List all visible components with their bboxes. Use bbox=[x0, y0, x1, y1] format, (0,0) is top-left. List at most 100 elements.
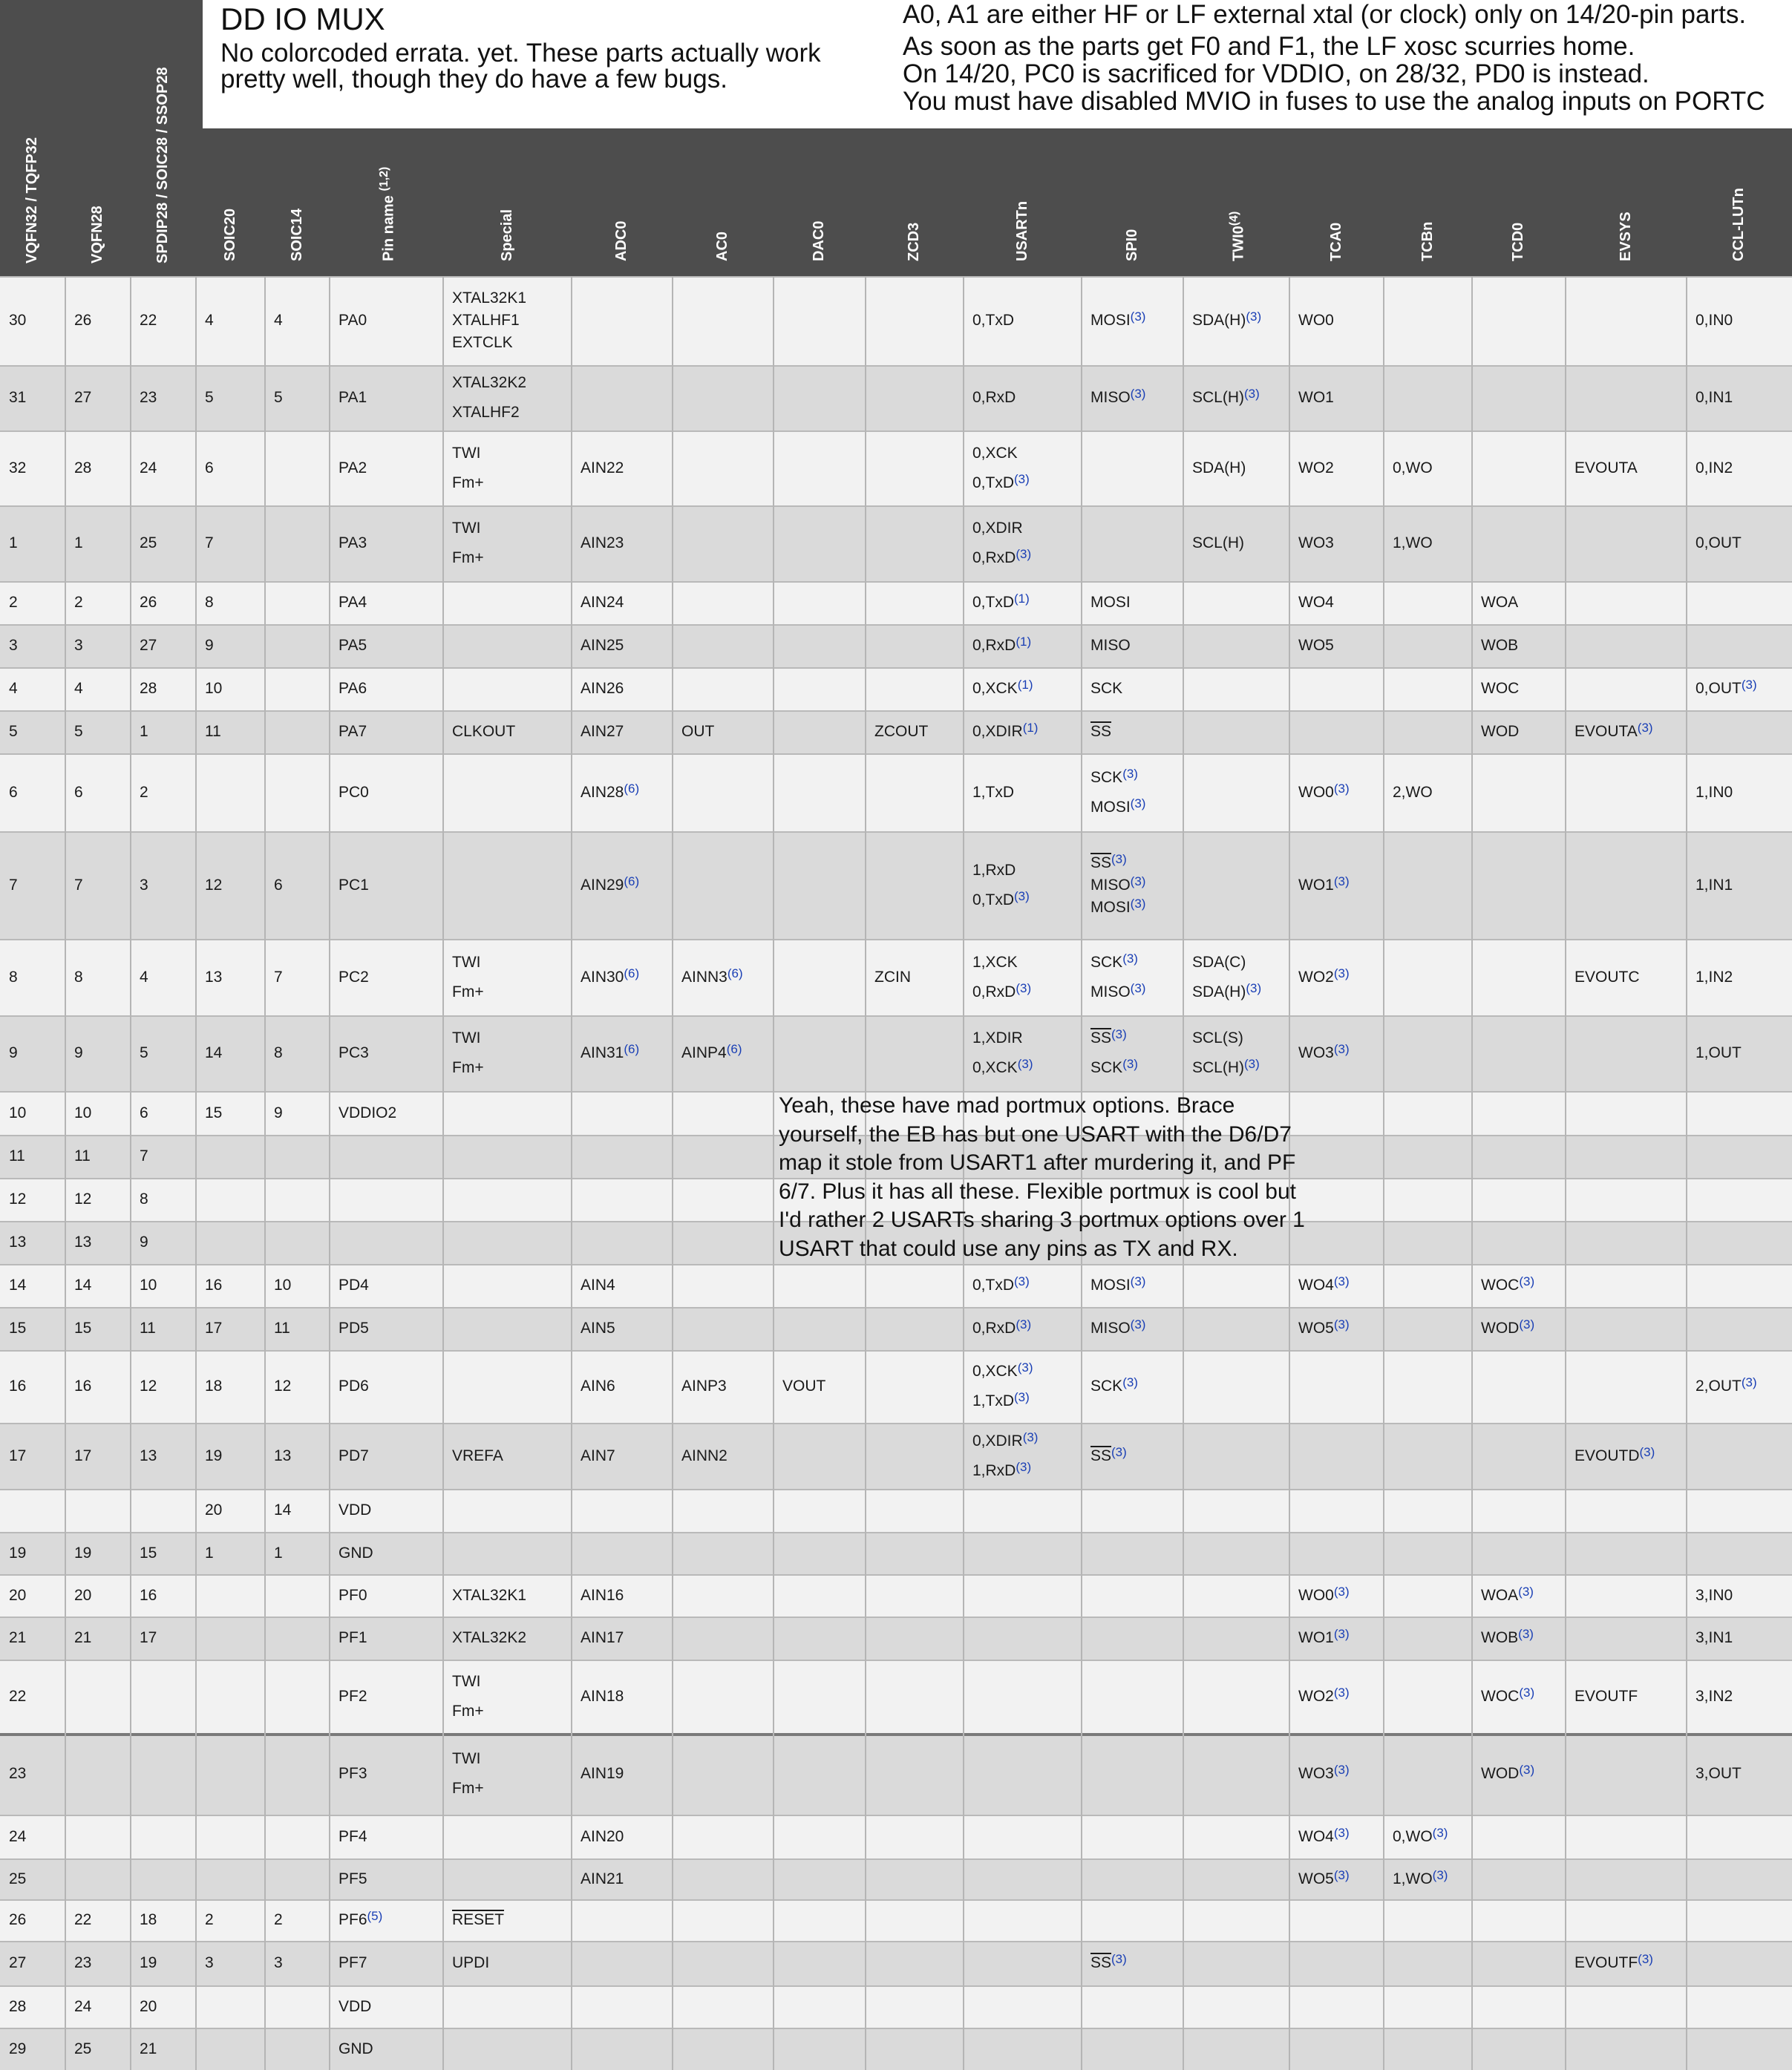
column-header-special: Special bbox=[498, 209, 515, 261]
cell-soic14: 2 bbox=[274, 1911, 283, 1928]
cell-spdip28: 7 bbox=[140, 1147, 148, 1165]
cell-adc0: AIN17 bbox=[581, 1629, 624, 1646]
column-header-spi0: SPI0 bbox=[1123, 229, 1140, 261]
cell-tca0: WO1(3) bbox=[1298, 1627, 1350, 1646]
cell-soic14: 12 bbox=[274, 1378, 292, 1395]
cell-spdip28: 15 bbox=[140, 1544, 157, 1562]
cell-usart: 0,RxD(3) bbox=[972, 1317, 1032, 1337]
cell-ccl: 1,IN1 bbox=[1695, 876, 1733, 894]
cell-spdip28: 28 bbox=[140, 680, 157, 697]
cell-pin: PD6 bbox=[339, 1378, 369, 1395]
cell-vqfn32: 32 bbox=[9, 459, 27, 476]
cell-spi0: MOSI(3) bbox=[1090, 309, 1146, 329]
cell-special: TWI Fm+ bbox=[452, 953, 484, 1000]
cell-adc0: AIN6 bbox=[581, 1378, 615, 1395]
cell-adc0: AIN5 bbox=[581, 1320, 615, 1337]
cell-pin: PD4 bbox=[339, 1277, 369, 1294]
cell-tca0: WO2 bbox=[1298, 459, 1334, 476]
column-divider bbox=[130, 276, 131, 2070]
cell-tcb: 0,WO(3) bbox=[1393, 1825, 1448, 1845]
cell-special: TWI Fm+ bbox=[452, 520, 484, 566]
cell-vqfn32: 25 bbox=[9, 1870, 27, 1887]
cell-vqfn28: 8 bbox=[74, 968, 83, 986]
cell-spi0: MISO bbox=[1090, 637, 1131, 654]
cell-adc0: AIN4 bbox=[581, 1277, 615, 1294]
cell-vqfn32: 4 bbox=[9, 680, 18, 697]
table-row bbox=[0, 2028, 1792, 2070]
cell-ac0: AINP3 bbox=[681, 1378, 727, 1395]
table-row bbox=[0, 1489, 1792, 1532]
cell-soic20: 9 bbox=[205, 637, 214, 654]
portmux-note: Yeah, these have mad portmux options. Br… bbox=[779, 1093, 1305, 1261]
cell-tcb: 0,WO bbox=[1393, 459, 1433, 476]
column-divider bbox=[773, 276, 774, 2070]
cell-vqfn32: 22 bbox=[9, 1687, 27, 1705]
cell-special: XTAL32K2 XTALHF2 bbox=[452, 374, 527, 421]
cell-special: TWI Fm+ bbox=[452, 1029, 484, 1076]
table-row bbox=[0, 1899, 1792, 1941]
cell-vqfn32: 8 bbox=[9, 968, 18, 986]
cell-vqfn28: 15 bbox=[74, 1320, 92, 1337]
cell-twi0: SCL(H) bbox=[1192, 534, 1245, 551]
cell-pin: PA7 bbox=[339, 723, 367, 740]
cell-special: TWI Fm+ bbox=[452, 1672, 484, 1720]
cell-tca0: WO5(3) bbox=[1298, 1867, 1350, 1887]
cell-vqfn28: 24 bbox=[74, 1997, 92, 2015]
cell-tca0: WO3(3) bbox=[1298, 1042, 1350, 1061]
cell-zcd3: ZCIN bbox=[874, 968, 911, 986]
cell-special: XTAL32K1 bbox=[452, 1586, 527, 1604]
cell-spi0: SS bbox=[1090, 723, 1112, 740]
cell-evsys: EVOUTF(3) bbox=[1574, 1952, 1653, 1971]
cell-spdip28: 18 bbox=[140, 1911, 157, 1928]
cell-soic20: 4 bbox=[205, 312, 214, 329]
cell-ccl: 1,IN0 bbox=[1695, 783, 1733, 801]
cell-ccl: 0,OUT(3) bbox=[1695, 678, 1757, 697]
cell-ccl: 0,IN2 bbox=[1695, 459, 1733, 476]
cell-pin: PA4 bbox=[339, 594, 367, 611]
column-divider bbox=[672, 276, 673, 2070]
header-note-line-3: On 14/20, PC0 is sacrificed for VDDIO, o… bbox=[903, 59, 1649, 88]
cell-pin: PF6(5) bbox=[339, 1909, 383, 1928]
cell-spi0: SCK(3) MOSI(3) bbox=[1090, 766, 1146, 816]
cell-pin: PF7 bbox=[339, 1954, 367, 1971]
cell-spdip28: 11 bbox=[140, 1320, 156, 1337]
cell-spi0: SS(3) bbox=[1090, 1444, 1127, 1464]
cell-spdip28: 20 bbox=[140, 1997, 157, 2015]
cell-vqfn32: 14 bbox=[9, 1277, 27, 1294]
cell-adc0: AIN29(6) bbox=[581, 874, 640, 894]
cell-special: XTAL32K1 XTALHF1 EXTCLK bbox=[452, 289, 527, 351]
cell-pin: PC3 bbox=[339, 1044, 369, 1061]
cell-vqfn32: 28 bbox=[9, 1997, 27, 2015]
cell-soic20: 19 bbox=[205, 1447, 223, 1464]
table-row bbox=[0, 1815, 1792, 1858]
cell-adc0: AIN18 bbox=[581, 1687, 624, 1705]
cell-adc0: AIN22 bbox=[581, 459, 624, 476]
cell-ccl: 0,IN1 bbox=[1695, 389, 1733, 406]
cell-tcd0: WOC bbox=[1481, 680, 1520, 697]
cell-pin: PF0 bbox=[339, 1586, 367, 1604]
cell-pin: VDD bbox=[339, 1997, 372, 2015]
cell-soic14: 10 bbox=[274, 1277, 292, 1294]
cell-ac0: AINP4(6) bbox=[681, 1042, 742, 1061]
cell-usart: 0,RxD bbox=[972, 389, 1016, 406]
column-header-tcb: TCBn bbox=[1419, 221, 1436, 261]
cell-soic20: 6 bbox=[205, 459, 214, 476]
cell-pin: PA3 bbox=[339, 534, 367, 551]
cell-usart: 0,TxD(1) bbox=[972, 592, 1030, 611]
cell-soic14: 14 bbox=[274, 1501, 292, 1519]
cell-soic14: 1 bbox=[274, 1544, 283, 1562]
cell-vqfn28: 19 bbox=[74, 1544, 92, 1562]
cell-tca0: WO2(3) bbox=[1298, 1685, 1350, 1705]
cell-spi0: SCK(3) bbox=[1090, 1375, 1138, 1395]
cell-pin: GND bbox=[339, 2040, 373, 2057]
cell-adc0: AIN19 bbox=[581, 1765, 624, 1782]
cell-ccl: 0,OUT bbox=[1695, 534, 1742, 551]
cell-tca0: WO0(3) bbox=[1298, 1584, 1350, 1604]
subtitle-line-1: No colorcoded errata. yet. These parts a… bbox=[220, 39, 821, 68]
cell-tca0: WO5 bbox=[1298, 637, 1334, 654]
cell-spdip28: 3 bbox=[140, 876, 148, 894]
column-header-ccl: CCL-LUTn bbox=[1730, 188, 1747, 261]
cell-soic20: 18 bbox=[205, 1378, 223, 1395]
cell-tca0: WO4 bbox=[1298, 594, 1334, 611]
cell-soic14: 4 bbox=[274, 312, 283, 329]
